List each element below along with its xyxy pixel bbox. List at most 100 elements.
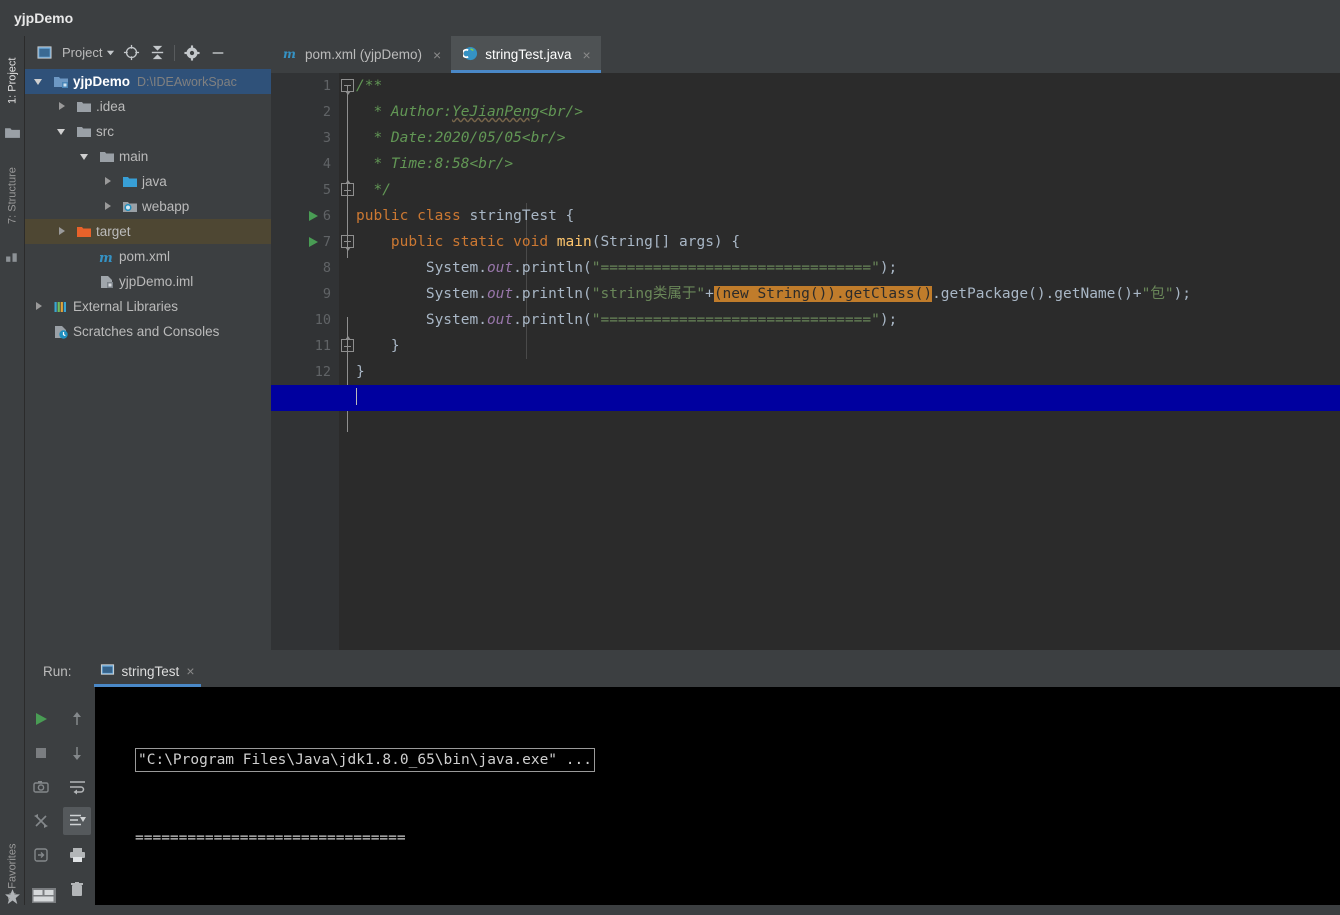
tree-item-scratches-and-consoles[interactable]: Scratches and Consoles — [25, 319, 271, 344]
tool-tab-structure[interactable]: 7: Structure — [0, 148, 25, 243]
line-number: 7 — [322, 234, 331, 250]
project-tree[interactable]: yjpDemo D:\IDEAworkSpac .idea src main java we… — [25, 69, 271, 634]
code-line[interactable]: * Author:YeJianPeng<br/> — [356, 99, 583, 125]
code-token: (new String()).getClass() — [713, 286, 933, 302]
project-tool-window: Project yjpDemo D:\IDEAworkSpac .idea src ma… — [25, 36, 271, 688]
run-gutter-icon[interactable] — [309, 203, 323, 229]
wrap-icon[interactable] — [63, 773, 91, 801]
tree-item-src[interactable]: src — [25, 119, 271, 144]
code-token: System. — [356, 312, 487, 328]
chevron-down-icon[interactable] — [102, 40, 118, 66]
tool-tab-project[interactable]: 1: Project — [0, 42, 25, 120]
tree-toggle-right-icon[interactable] — [102, 200, 115, 213]
line-number: 4 — [322, 156, 331, 172]
arrow-down-icon[interactable] — [63, 739, 91, 767]
run-tool-header: Run: stringTest × — [25, 655, 1340, 687]
stop-button[interactable] — [27, 739, 55, 767]
code-line[interactable]: } — [356, 333, 400, 359]
code-line[interactable]: */ — [356, 177, 390, 203]
code-token: "===============================" — [591, 312, 880, 328]
tree-toggle-right-icon[interactable] — [102, 175, 115, 188]
collapse-all-icon[interactable] — [144, 40, 170, 66]
code-line[interactable]: /** — [356, 73, 382, 99]
folder-icon — [4, 124, 21, 141]
code-line[interactable]: public class stringTest { — [356, 203, 574, 229]
code-token: + — [1132, 286, 1142, 302]
line-number: 8 — [322, 260, 331, 276]
code-token: (String[] args) { — [591, 234, 741, 250]
pin-icon[interactable] — [27, 841, 55, 869]
tree-toggle-right-icon[interactable] — [56, 225, 69, 238]
code-line[interactable]: public static void main(String[] args) { — [356, 229, 740, 255]
window-title: yjpDemo — [14, 10, 74, 26]
tree-toggle-down-icon[interactable] — [33, 75, 46, 88]
camera-icon[interactable] — [27, 773, 55, 801]
code-token: out — [486, 260, 514, 276]
tree-item-pom-xml[interactable]: m pom.xml — [25, 244, 271, 269]
fold-region-line — [347, 86, 348, 258]
run-gutter-icon[interactable] — [309, 229, 323, 255]
tree-item-webapp[interactable]: webapp — [25, 194, 271, 219]
tree-item-target[interactable]: target — [25, 219, 271, 244]
gear-icon[interactable] — [179, 40, 205, 66]
tree-item-yjpdemo[interactable]: yjpDemo D:\IDEAworkSpac — [25, 69, 271, 94]
code-line[interactable]: System.out.println("====================… — [356, 307, 897, 333]
tree-toggle-right-icon[interactable] — [33, 300, 46, 313]
rerun-button[interactable] — [27, 705, 55, 733]
fold-marker-open[interactable] — [341, 235, 354, 251]
code-token: "包" — [1141, 286, 1174, 302]
editor-tab-stringTest[interactable]: stringTest.java × — [451, 36, 602, 73]
code-token: public static void — [390, 234, 557, 250]
maven-icon: m — [283, 46, 298, 64]
trash-icon[interactable] — [63, 875, 91, 903]
fold-gutter[interactable] — [339, 73, 356, 650]
fold-marker-open[interactable] — [341, 79, 354, 95]
code-token: /** — [356, 78, 383, 94]
editor-gutter[interactable]: 12345678910111213 — [271, 73, 339, 650]
console-output[interactable]: "C:\Program Files\Java\jdk1.8.0_65\bin\j… — [95, 687, 1340, 915]
ide-window: yjpDemo 1: Project 7: Structure 2: Favor… — [0, 0, 1340, 915]
code-token: out — [486, 286, 514, 302]
close-icon[interactable]: × — [583, 47, 591, 63]
code-line[interactable]: * Time:8:58<br/> — [356, 151, 513, 177]
printer-icon[interactable] — [63, 841, 91, 869]
code-token: "string类属于" — [591, 286, 706, 302]
close-icon[interactable]: × — [186, 663, 194, 679]
code-token: } — [356, 338, 400, 354]
editor-tab-pom[interactable]: m pom.xml (yjpDemo) × — [271, 36, 451, 73]
code-token: } — [356, 364, 365, 380]
code-line[interactable]: * Date:2020/05/05<br/> — [356, 125, 565, 151]
project-view-icon[interactable] — [31, 40, 57, 66]
status-bar — [0, 905, 1340, 915]
fold-marker-end[interactable] — [341, 180, 354, 196]
run-tab-stringTest[interactable]: stringTest × — [93, 655, 201, 687]
tree-item--idea[interactable]: .idea — [25, 94, 271, 119]
code-token: "===============================" — [591, 260, 880, 276]
code-editor[interactable]: 12345678910111213 /** * Author:YeJianPen… — [271, 73, 1340, 650]
code-line[interactable]: System.out.println("====================… — [356, 255, 897, 281]
hide-icon[interactable] — [205, 40, 231, 66]
text-caret — [356, 388, 357, 405]
layout-icon[interactable] — [27, 807, 55, 835]
tree-item-yjpdemo-iml[interactable]: yjpDemo.iml — [25, 269, 271, 294]
code-token: <br/> — [539, 104, 583, 120]
tree-item-label: External Libraries — [73, 299, 179, 314]
code-line[interactable]: } — [356, 359, 365, 385]
tree-toggle-down-icon[interactable] — [79, 150, 92, 163]
code-line[interactable]: System.out.println("string类属于"+(new Stri… — [356, 281, 1191, 307]
fold-marker-end[interactable] — [341, 336, 354, 352]
tree-toggle-down-icon[interactable] — [56, 125, 69, 138]
tree-toggle-right-icon[interactable] — [56, 100, 69, 113]
console-command-line: "C:\Program Files\Java\jdk1.8.0_65\bin\j… — [135, 747, 1340, 773]
scroll-end-icon[interactable] — [63, 807, 91, 835]
code-text[interactable]: /** * Author:YeJianPeng<br/> * Date:2020… — [271, 73, 1340, 650]
svg-text:m: m — [283, 47, 296, 61]
editor-tab-label: stringTest.java — [485, 47, 572, 62]
locate-icon[interactable] — [118, 40, 144, 66]
arrow-up-icon[interactable] — [63, 705, 91, 733]
close-icon[interactable]: × — [433, 47, 441, 63]
tree-item-external-libraries[interactable]: External Libraries — [25, 294, 271, 319]
code-line[interactable] — [271, 385, 1340, 411]
tree-item-java[interactable]: java — [25, 169, 271, 194]
tree-item-main[interactable]: main — [25, 144, 271, 169]
